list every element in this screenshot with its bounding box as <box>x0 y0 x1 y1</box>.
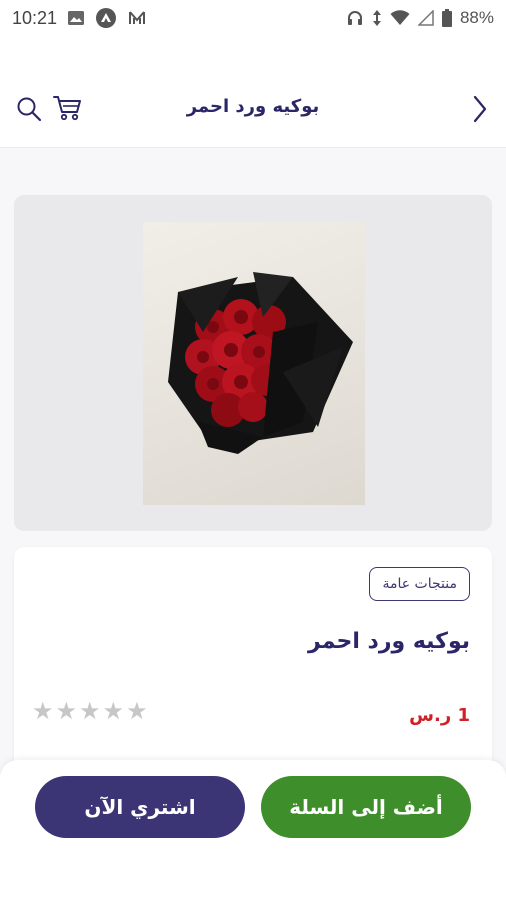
product-image[interactable] <box>143 222 365 505</box>
star-icon[interactable]: ★ <box>103 699 125 723</box>
add-to-cart-button[interactable]: أضف إلى السلة <box>261 776 471 838</box>
signal-icon <box>417 10 434 26</box>
product-image-card <box>14 195 492 531</box>
app-notification-icon <box>95 7 117 29</box>
wifi-icon <box>390 10 410 26</box>
status-left: 10:21 <box>12 7 147 29</box>
status-time: 10:21 <box>12 7 58 28</box>
product-price: 1 ر.س <box>409 705 470 726</box>
product-name: بوكيه ورد احمر <box>308 629 470 654</box>
page-title: بوكيه ورد احمر <box>186 96 320 117</box>
buy-now-button[interactable]: اشتري الآن <box>35 776 245 838</box>
data-transfer-icon <box>372 9 382 27</box>
rating-stars[interactable]: ★ ★ ★ ★ ★ <box>32 699 148 723</box>
mail-notification-icon <box>127 9 147 27</box>
status-bar: 10:21 88% <box>0 0 506 36</box>
star-icon[interactable]: ★ <box>79 699 101 723</box>
star-icon[interactable]: ★ <box>56 699 78 723</box>
image-notification-icon <box>67 9 85 27</box>
category-badge[interactable]: منتجات عامة <box>369 567 470 601</box>
status-right: 88% <box>346 8 494 28</box>
battery-icon <box>441 9 452 27</box>
back-button[interactable] <box>468 94 492 124</box>
star-icon[interactable]: ★ <box>32 699 54 723</box>
chevron-right-icon <box>473 95 487 123</box>
headphones-icon <box>346 9 364 27</box>
bottom-action-bar: أضف إلى السلة اشتري الآن <box>0 760 506 900</box>
app-header: بوكيه ورد احمر <box>0 36 506 148</box>
star-icon[interactable]: ★ <box>126 699 148 723</box>
rose-bouquet-illustration <box>168 272 353 454</box>
battery-percent: 88% <box>459 8 494 27</box>
